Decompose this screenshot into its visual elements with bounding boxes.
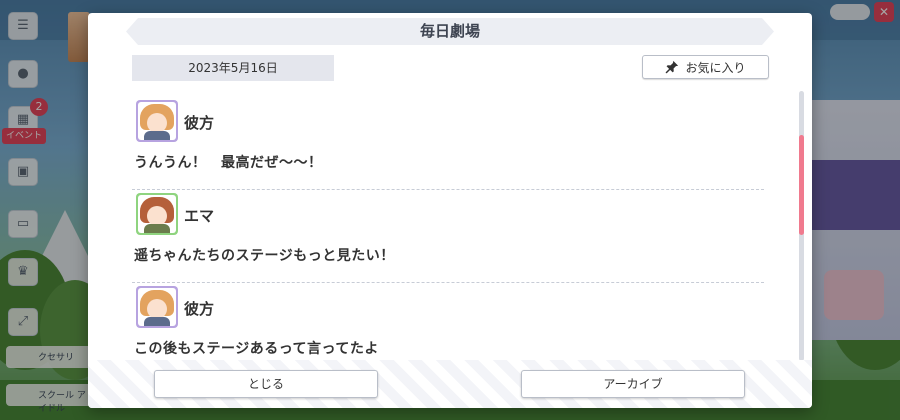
message-text: この後もステージあるって言ってたよ — [134, 341, 379, 357]
message-text: うんうん！ 最高だぜ〜〜！ — [134, 155, 323, 171]
dialog-header: 毎日劇場 — [126, 18, 774, 45]
message-item: 彼方 うんうん！ 最高だぜ〜〜！ — [132, 97, 764, 190]
daily-theater-dialog: 毎日劇場 2023年5月16日 お気に入り 彼方 うんうん！ 最高だぜ〜〜！ エ… — [88, 13, 812, 408]
favorite-label: お気に入り — [685, 60, 746, 75]
scrollbar[interactable] — [799, 91, 804, 361]
message-text: 遥ちゃんたちのステージもっと見たい！ — [134, 248, 395, 264]
message-list[interactable]: 彼方 うんうん！ 最高だぜ〜〜！ エマ 遥ちゃんたちのステージもっと見たい！ 彼… — [132, 97, 764, 365]
speaker-name: 彼方 — [184, 114, 215, 132]
avatar — [136, 286, 178, 328]
archive-button[interactable]: アーカイブ — [521, 370, 745, 398]
speaker-name: 彼方 — [184, 300, 215, 318]
pin-icon — [666, 60, 679, 74]
avatar — [136, 100, 178, 142]
message-item: 彼方 この後もステージあるって言ってたよ — [132, 283, 764, 365]
scrollbar-thumb[interactable] — [799, 135, 804, 235]
avatar — [136, 193, 178, 235]
date-label: 2023年5月16日 — [132, 55, 334, 81]
close-button[interactable]: とじる — [154, 370, 378, 398]
dialog-title: 毎日劇場 — [419, 22, 480, 40]
favorite-button[interactable]: お気に入り — [642, 55, 769, 79]
speaker-name: エマ — [184, 207, 215, 225]
message-item: エマ 遥ちゃんたちのステージもっと見たい！ — [132, 190, 764, 283]
